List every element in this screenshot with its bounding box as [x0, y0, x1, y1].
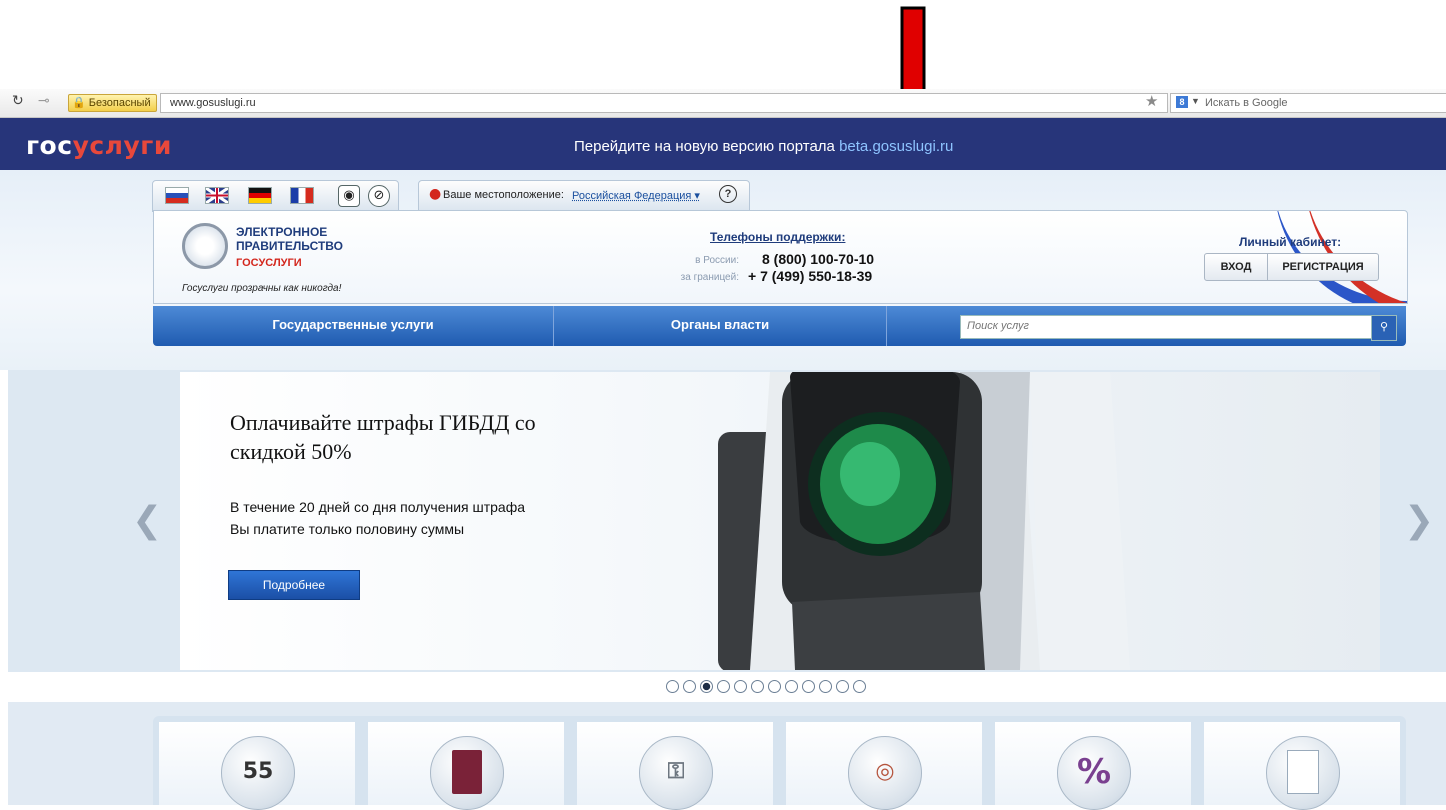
carousel-dot[interactable]	[853, 680, 866, 693]
tile-5[interactable]: %	[995, 722, 1191, 810]
slide-desc-line-2: Вы платите только половину суммы	[230, 521, 465, 537]
carousel-dot[interactable]	[717, 680, 730, 693]
cabinet-title: Личный кабинет:	[1239, 235, 1342, 249]
service-search-input[interactable]	[961, 316, 1373, 336]
calendar-icon: 55	[221, 736, 295, 810]
egov-subtitle[interactable]: ГОСУСЛУГИ	[236, 257, 302, 269]
google-search-placeholder[interactable]: Искать в Google	[1205, 97, 1288, 109]
support-title-link[interactable]: Телефоны поддержки	[710, 230, 841, 244]
carousel-prev-icon[interactable]: ❮	[132, 500, 162, 541]
egov-title[interactable]: ЭЛЕКТРОННОЕ ПРАВИТЕЛЬСТВО	[236, 225, 343, 253]
carousel-dots	[666, 680, 896, 696]
banner-text: Перейдите на новую версию портала	[574, 138, 840, 155]
carousel-dot[interactable]	[785, 680, 798, 693]
reload-icon[interactable]: ↻	[12, 93, 24, 109]
carousel-dot[interactable]	[802, 680, 815, 693]
slide-description: В течение 20 дней со дня получения штраф…	[230, 496, 590, 540]
flag-ru-icon[interactable]	[165, 187, 189, 204]
beta-link[interactable]: beta.gosuslugi.ru	[839, 138, 953, 155]
accessibility-eye-icon[interactable]: ◉	[338, 185, 360, 207]
traffic-light-image	[718, 372, 1130, 670]
carousel-dot[interactable]	[768, 680, 781, 693]
location-bar: ● Ваше местоположение: Российская Федера…	[418, 180, 750, 212]
language-switcher: ◉ ⊘	[152, 180, 399, 212]
compass-icon[interactable]: ⊘	[368, 185, 390, 207]
egov-line-1: ЭЛЕКТРОННОЕ	[236, 225, 328, 239]
support-title-colon: :	[841, 230, 846, 244]
help-icon[interactable]: ?	[719, 185, 737, 203]
secure-badge[interactable]: 🔒 Безопасный	[68, 94, 157, 112]
more-button[interactable]: Подробнее	[228, 570, 360, 600]
carousel-dot[interactable]	[666, 680, 679, 693]
service-tiles: 55 ⚿ ◎ %	[153, 716, 1406, 810]
site-topbar: госуслуги Перейдите на новую версию порт…	[0, 118, 1446, 170]
nav-government-services[interactable]: Государственные услуги	[153, 306, 554, 346]
certificate-icon	[1266, 736, 1340, 810]
lock-icon: 🔒	[72, 97, 86, 109]
url-field[interactable]	[160, 93, 1168, 113]
nav-authorities[interactable]: Органы власти	[554, 306, 887, 346]
carousel-dot[interactable]	[700, 680, 713, 693]
tile-3[interactable]: ⚿	[577, 722, 773, 810]
carousel-next-icon[interactable]: ❯	[1404, 500, 1434, 541]
carousel-dot[interactable]	[683, 680, 696, 693]
service-search	[960, 315, 1374, 339]
support-title[interactable]: Телефоны поддержки:	[710, 230, 845, 244]
phone-number-abroad: + 7 (499) 550-18-39	[748, 268, 873, 284]
egov-line-2: ПРАВИТЕЛЬСТВО	[236, 239, 344, 253]
location-label: Ваше местоположение:	[443, 189, 564, 201]
cabinet-buttons: ВХОД РЕГИСТРАЦИЯ	[1204, 253, 1379, 281]
flag-uk-icon[interactable]	[205, 186, 229, 205]
carousel-slide: Оплачивайте штрафы ГИБДД со скидкой 50% …	[180, 372, 1380, 670]
percent-icon: %	[1057, 736, 1131, 810]
site-logo[interactable]: госуслуги	[26, 131, 172, 160]
location-pin-icon: ●	[429, 186, 442, 202]
logo-part-uslugi: услуги	[72, 131, 172, 160]
phone-label-russia: в России:	[695, 255, 739, 266]
bookmark-star-icon[interactable]: ★	[1145, 92, 1158, 110]
keys-icon: ⚿	[639, 736, 713, 810]
slogan: Госуслуги прозрачны как никогда!	[182, 283, 342, 294]
search-icon[interactable]: ⚲	[1371, 315, 1397, 341]
url-text[interactable]: www.gosuslugi.ru	[170, 97, 256, 109]
chevron-down-icon[interactable]: ▼	[1191, 96, 1200, 106]
logo-part-gos: гос	[26, 131, 73, 160]
login-button[interactable]: ВХОД	[1205, 254, 1268, 280]
phone-number-russia: 8 (800) 100-70-10	[762, 251, 875, 267]
location-selector[interactable]: Российская Федерация ▾	[572, 189, 700, 202]
slide-title: Оплачивайте штрафы ГИБДД со скидкой 50%	[230, 410, 536, 464]
browser-toolbar: ↻ ⊸ 🔒 Безопасный www.gosuslugi.ru ★ 8 ▼ …	[0, 89, 1446, 118]
carousel-dot[interactable]	[734, 680, 747, 693]
lifebuoy-icon: ◎	[848, 736, 922, 810]
slide-desc-line-1: В течение 20 дней со дня получения штраф…	[230, 499, 526, 515]
key-icon: ⊸	[38, 93, 50, 109]
google-icon[interactable]: 8	[1176, 96, 1188, 108]
tile-4[interactable]: ◎	[786, 722, 982, 810]
carousel-dot[interactable]	[836, 680, 849, 693]
register-button[interactable]: РЕГИСТРАЦИЯ	[1268, 254, 1378, 280]
carousel-dot[interactable]	[819, 680, 832, 693]
carousel-dot[interactable]	[751, 680, 764, 693]
new-version-banner: Перейдите на новую версию портала beta.g…	[574, 138, 953, 155]
tile-6[interactable]	[1204, 722, 1400, 810]
passport-icon	[430, 736, 504, 810]
tile-2[interactable]	[368, 722, 564, 810]
phone-label-abroad: за границей:	[680, 272, 739, 283]
header-info-panel: ЭЛЕКТРОННОЕ ПРАВИТЕЛЬСТВО ГОСУСЛУГИ Госус…	[153, 210, 1408, 304]
flag-fr-icon[interactable]	[290, 187, 314, 204]
egov-emblem-icon[interactable]	[182, 223, 228, 269]
flag-de-icon[interactable]	[248, 187, 272, 204]
main-nav: Государственные услуги Органы власти ⚲	[153, 306, 1406, 346]
secure-label: Безопасный	[88, 97, 151, 109]
tile-1[interactable]: 55	[159, 722, 355, 810]
uk-cross-icon	[205, 186, 229, 205]
